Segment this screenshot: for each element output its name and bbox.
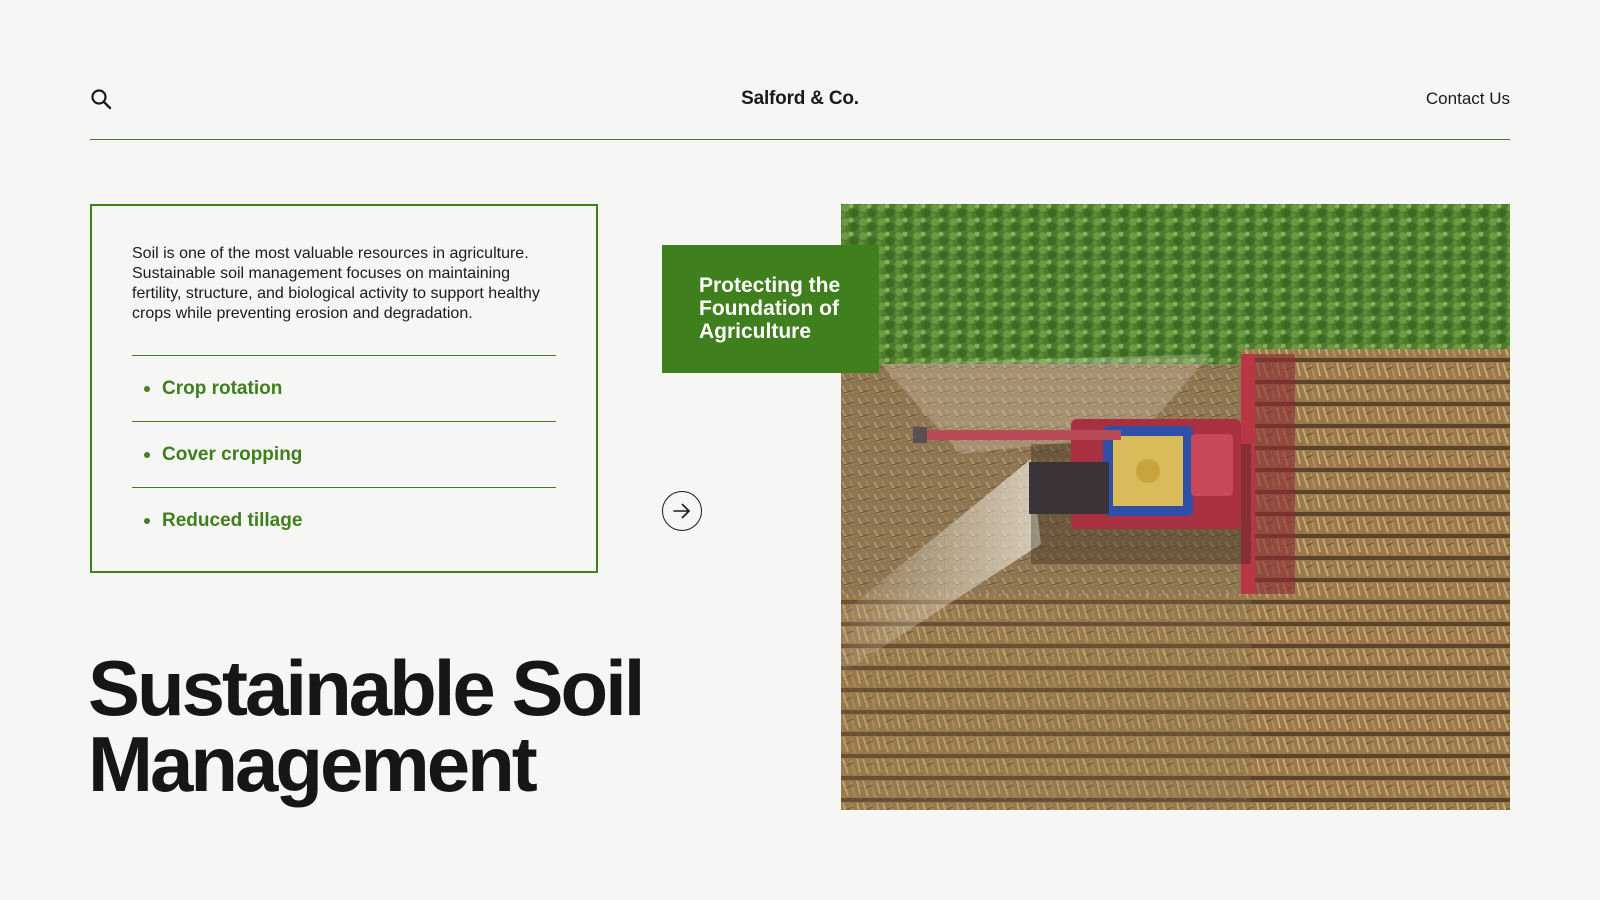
list-item-label: Crop rotation	[162, 377, 283, 399]
title-line-1: Sustainable Soil	[88, 644, 645, 732]
tagline-box: Protecting the Foundation of Agriculture	[662, 245, 879, 373]
title-line-2: Management	[88, 720, 538, 808]
list-item: Crop rotation	[132, 355, 556, 421]
practice-list: Crop rotation Cover cropping Reduced til…	[132, 355, 556, 553]
list-item: Reduced tillage	[132, 487, 556, 553]
arrow-right-icon	[673, 503, 690, 519]
next-arrow-button[interactable]	[662, 491, 702, 531]
bullet-icon	[144, 451, 150, 458]
search-icon[interactable]	[90, 88, 112, 110]
bullet-icon	[144, 517, 150, 524]
page: Salford & Co. Contact Us Soil is one of …	[0, 0, 1600, 900]
intro-paragraph: Soil is one of the most valuable resourc…	[132, 245, 540, 322]
hero-image	[841, 204, 1510, 810]
info-card: Soil is one of the most valuable resourc…	[90, 204, 598, 573]
page-title: Sustainable Soil Management	[88, 649, 788, 803]
header: Salford & Co. Contact Us	[90, 76, 1510, 140]
list-item: Cover cropping	[132, 421, 556, 487]
list-item-label: Reduced tillage	[162, 509, 303, 531]
list-item-label: Cover cropping	[162, 443, 303, 465]
brand-name: Salford & Co.	[741, 88, 859, 109]
bullet-icon	[144, 385, 150, 392]
contact-us-link[interactable]: Contact Us	[1426, 89, 1510, 109]
